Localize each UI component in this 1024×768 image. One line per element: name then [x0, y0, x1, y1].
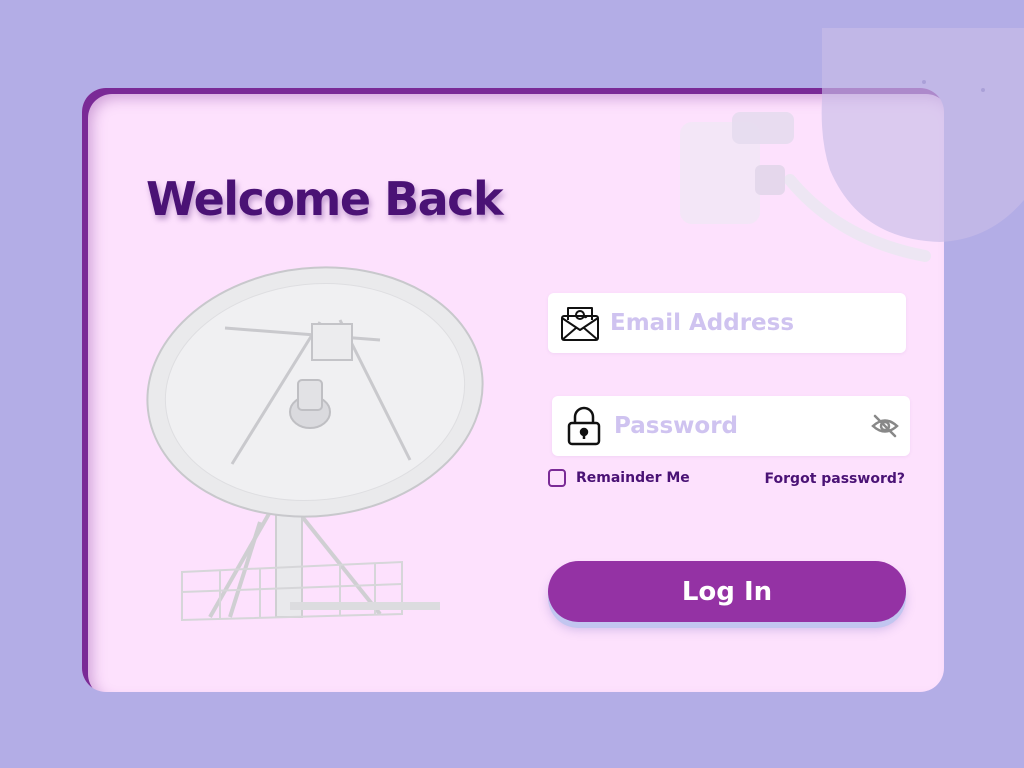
lock-icon: [562, 404, 606, 448]
remember-me-label: Remainder Me: [576, 470, 690, 486]
forgot-password-link[interactable]: Forgot password?: [765, 471, 905, 487]
password-field[interactable]: [552, 396, 910, 456]
page-title: Welcome Back: [146, 172, 504, 226]
email-input[interactable]: [610, 310, 860, 336]
email-field[interactable]: [548, 293, 906, 353]
eye-slash-icon[interactable]: [870, 413, 900, 439]
login-page: Welcome Back Email Address Remainder Me …: [0, 0, 1024, 768]
login-button[interactable]: Log In: [548, 561, 906, 622]
remember-me[interactable]: Remainder Me: [548, 469, 690, 487]
email-envelope-icon: [558, 301, 602, 345]
remember-me-checkbox[interactable]: [548, 469, 566, 487]
satellite-dish-image: [146, 266, 484, 622]
password-input[interactable]: [614, 413, 864, 439]
